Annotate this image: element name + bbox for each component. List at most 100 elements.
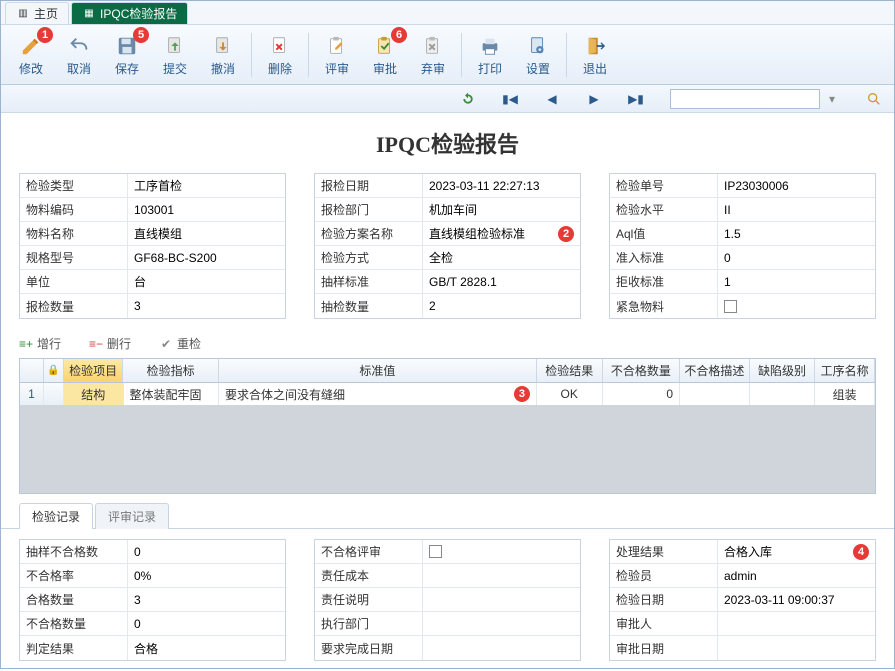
inspdate-field[interactable]: [724, 593, 869, 607]
result-label: 处理结果: [610, 540, 718, 563]
modify-button[interactable]: 1 修改: [7, 29, 55, 81]
delete-button[interactable]: 删除: [256, 29, 304, 81]
print-label: 打印: [478, 60, 502, 77]
no-field[interactable]: [724, 179, 869, 193]
level-field[interactable]: [724, 203, 869, 217]
dropdown-button[interactable]: ▾: [824, 91, 840, 107]
col-metric[interactable]: 检验指标: [123, 359, 218, 382]
search-button[interactable]: [866, 91, 882, 107]
unit-field[interactable]: [134, 275, 279, 289]
next-button[interactable]: ▶: [586, 91, 602, 107]
submit-button[interactable]: 提交: [151, 29, 199, 81]
tab-records[interactable]: 检验记录: [19, 503, 93, 529]
okqty-field[interactable]: [134, 593, 279, 607]
col-defect[interactable]: 缺陷级别: [750, 359, 816, 382]
save-button[interactable]: 5 保存: [103, 29, 151, 81]
accept-field[interactable]: [724, 251, 869, 265]
sqty-label: 抽检数量: [315, 294, 423, 318]
col-index[interactable]: [20, 359, 44, 382]
appdate-field[interactable]: [724, 641, 869, 655]
refresh-button[interactable]: [460, 91, 476, 107]
add-row-icon: ≡+: [19, 337, 33, 351]
approve-badge: 6: [391, 27, 407, 43]
cost-field[interactable]: [429, 569, 574, 583]
info-panels: 检验类型 物料编码 物料名称 规格型号 单位 报检数量 报检日期 报检部门 检验…: [1, 173, 894, 329]
cell-defect[interactable]: [750, 383, 816, 405]
col-ngqty[interactable]: 不合格数量: [603, 359, 681, 382]
bngqty-field[interactable]: [134, 617, 279, 631]
left-panel: 检验类型 物料编码 物料名称 规格型号 单位 报检数量: [19, 173, 286, 319]
tab-reviews[interactable]: 评审记录: [95, 503, 169, 529]
del-row-icon: ≡−: [89, 337, 103, 351]
sng-field[interactable]: [134, 545, 279, 559]
mat-code-field[interactable]: [134, 203, 279, 217]
tab-home-label: 主页: [34, 5, 58, 22]
mat-name-field[interactable]: [134, 227, 279, 241]
date-field[interactable]: [429, 179, 574, 193]
result-field[interactable]: [724, 545, 869, 559]
col-ngdesc[interactable]: 不合格描述: [680, 359, 750, 382]
due-label: 要求完成日期: [315, 636, 423, 660]
date-label: 报检日期: [315, 174, 423, 197]
aql-label: Aql值: [610, 222, 718, 245]
last-button[interactable]: ▶▮: [628, 91, 644, 107]
cell-metric[interactable]: 整体装配牢固: [124, 383, 219, 405]
std-field[interactable]: [429, 275, 574, 289]
cell-item[interactable]: 结构: [64, 383, 124, 405]
cell-std[interactable]: 要求合体之间没有缝细3: [219, 383, 537, 405]
approve-button[interactable]: 6 审批: [361, 29, 409, 81]
lower-tabs: 检验记录 评审记录: [1, 502, 894, 529]
col-lock[interactable]: 🔒: [44, 359, 64, 382]
judge-field[interactable]: [134, 641, 279, 655]
recheck-button[interactable]: ✔重检: [159, 335, 201, 352]
col-std[interactable]: 标准值: [219, 359, 537, 382]
ngreview-checkbox[interactable]: [429, 545, 442, 558]
sqty-field[interactable]: [429, 299, 574, 313]
accept-label: 准入标准: [610, 246, 718, 269]
tab-home[interactable]: ▥ 主页: [5, 2, 69, 24]
cancel-button[interactable]: 取消: [55, 29, 103, 81]
reject-field[interactable]: [724, 275, 869, 289]
execdept-field[interactable]: [429, 617, 574, 631]
first-button[interactable]: ▮◀: [502, 91, 518, 107]
tab-report[interactable]: ▦ IPQC检验报告: [71, 2, 188, 24]
del-row-button[interactable]: ≡−删行: [89, 335, 131, 352]
qty-field[interactable]: [134, 299, 279, 313]
cancel-label: 取消: [67, 60, 91, 77]
col-item[interactable]: 检验项目: [64, 359, 124, 382]
urgent-checkbox[interactable]: [724, 300, 737, 313]
mat-code-label: 物料编码: [20, 198, 128, 221]
recheck-label: 重检: [177, 335, 201, 352]
cell-ngqty[interactable]: 0: [603, 383, 681, 405]
settings-button[interactable]: 设置: [514, 29, 562, 81]
review-button[interactable]: 评审: [313, 29, 361, 81]
rate-field[interactable]: [134, 569, 279, 583]
spec-field[interactable]: [134, 251, 279, 265]
aql-field[interactable]: [724, 227, 869, 241]
dept-field[interactable]: [429, 203, 574, 217]
add-row-button[interactable]: ≡+增行: [19, 335, 61, 352]
cost-label: 责任成本: [315, 564, 423, 587]
cell-proc[interactable]: 组装: [815, 383, 875, 405]
print-button[interactable]: 打印: [466, 29, 514, 81]
col-proc[interactable]: 工序名称: [815, 359, 875, 382]
cell-ngdesc[interactable]: [680, 383, 750, 405]
desc-field[interactable]: [429, 593, 574, 607]
clipboard-x-icon: [421, 34, 445, 58]
plan-field[interactable]: [429, 227, 574, 241]
approver-field[interactable]: [724, 617, 869, 631]
discard-button[interactable]: 弃审: [409, 29, 457, 81]
cell-result[interactable]: OK: [537, 383, 603, 405]
exit-button[interactable]: 退出: [571, 29, 619, 81]
table-row[interactable]: 1 结构 整体装配牢固 要求合体之间没有缝细3 OK 0 组装: [20, 383, 875, 405]
nav-row: ▮◀ ◀ ▶ ▶▮ ▾: [1, 85, 894, 113]
inspector-field[interactable]: [724, 569, 869, 583]
prev-button[interactable]: ◀: [544, 91, 560, 107]
rate-label: 不合格率: [20, 564, 128, 587]
due-field[interactable]: [429, 641, 574, 655]
nav-search-input[interactable]: [670, 89, 820, 109]
revoke-button[interactable]: 撤消: [199, 29, 247, 81]
mode-field[interactable]: [429, 251, 574, 265]
check-type-field[interactable]: [134, 179, 279, 193]
col-result[interactable]: 检验结果: [537, 359, 603, 382]
